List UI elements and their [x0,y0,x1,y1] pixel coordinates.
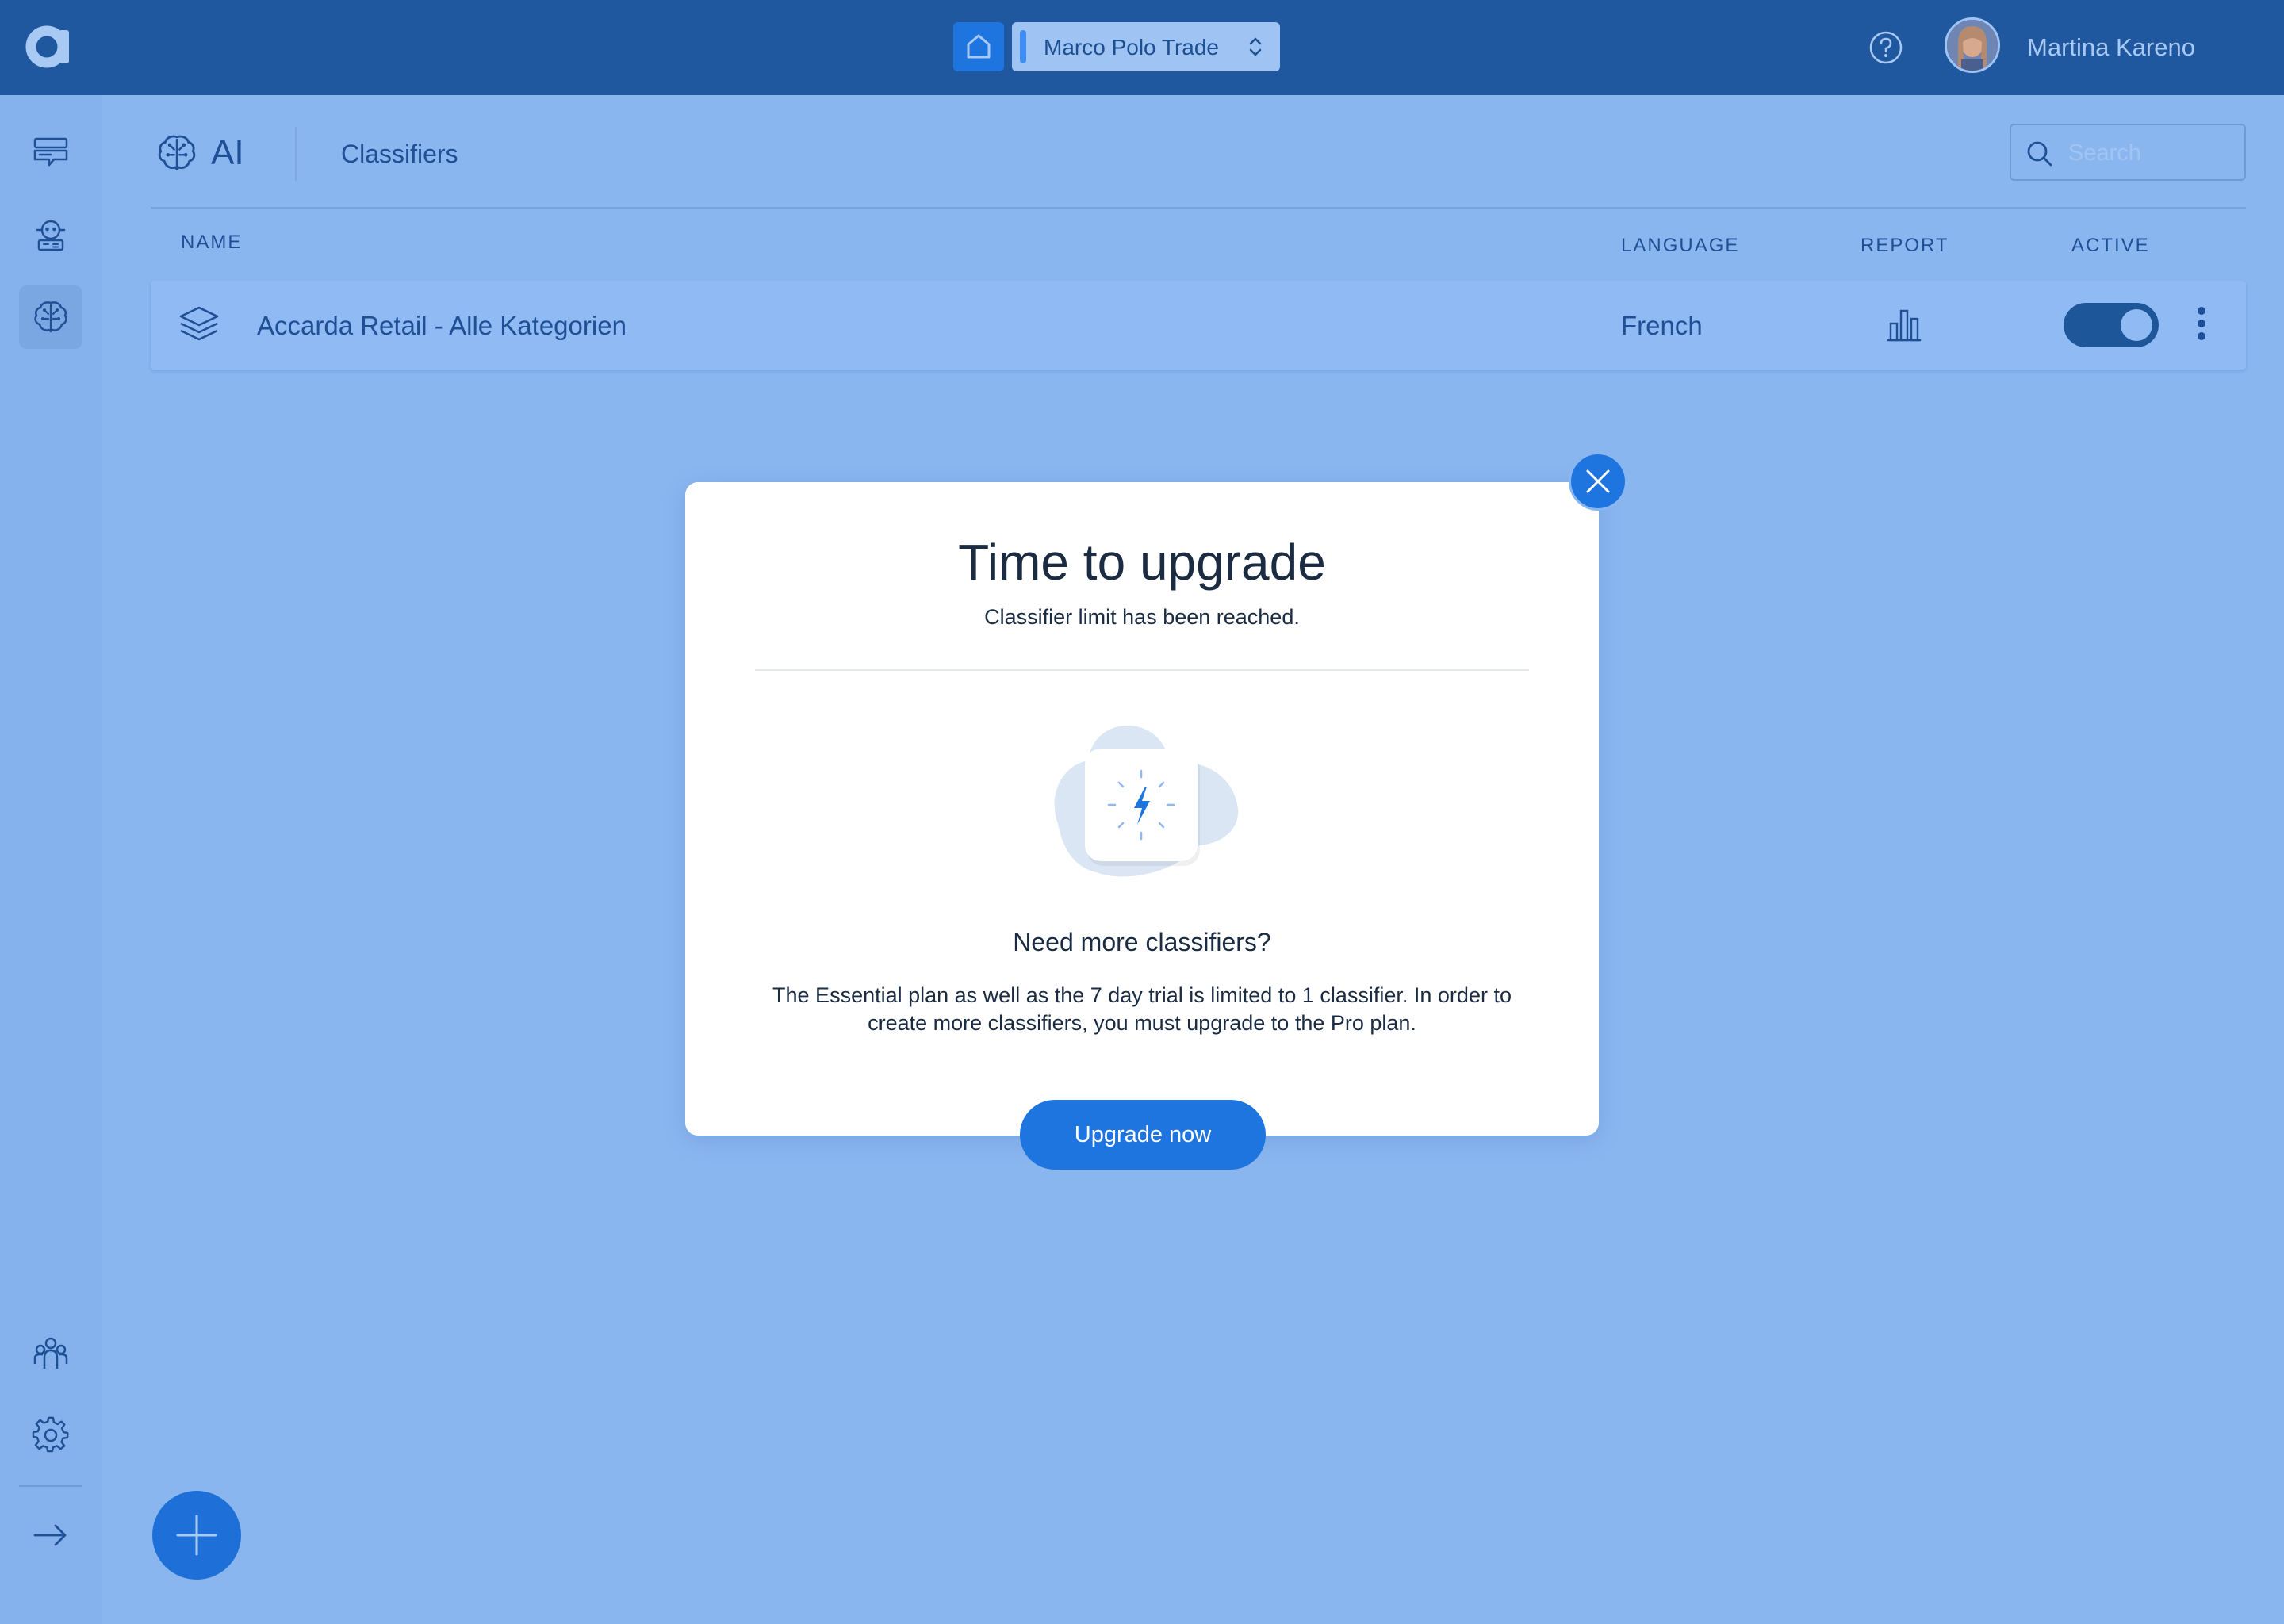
close-modal-button[interactable] [1569,452,1627,511]
breadcrumb[interactable]: Classifiers [341,140,458,169]
classifier-name[interactable]: Accarda Retail - Alle Kategorien [257,311,627,341]
search-box[interactable] [2010,124,2246,181]
workspace-color-indicator [1020,30,1026,63]
modal-question: Need more classifiers? [1013,928,1271,956]
close-icon [1586,469,1610,493]
header-rule [151,207,2246,209]
layers-icon [178,303,220,346]
avatar[interactable] [1945,17,2000,73]
add-classifier-button[interactable] [152,1491,241,1580]
sidebar-item-conversations[interactable] [19,121,82,184]
modal-subtitle: Classifier limit has been reached. [984,605,1300,629]
ai-section-icon [155,132,198,174]
sidebar-item-settings[interactable] [19,1404,82,1467]
upgrade-now-button[interactable]: Upgrade now [1020,1100,1266,1170]
home-icon [967,34,991,59]
modal-title: Time to upgrade [958,534,1326,591]
collapse-arrow-icon [33,1524,67,1546]
column-header-report: REPORT [1861,235,1949,256]
bar-chart-icon[interactable] [1884,304,1924,344]
search-icon [2027,141,2052,167]
sidebar-item-ai[interactable] [19,285,82,349]
search-input[interactable] [2067,136,2236,170]
classifier-language: French [1621,311,1703,340]
settings-icon [32,1416,69,1453]
workspace-name: Marco Polo Trade [1044,35,1219,59]
active-toggle[interactable] [2064,303,2159,347]
bot-icon [36,220,66,251]
toggle-knob [2121,309,2152,341]
upgrade-modal: Time to upgrade Classifier limit has bee… [685,482,1599,1136]
more-options-icon[interactable] [2197,304,2206,344]
section-title: AI [211,133,244,172]
plus-icon [176,1515,217,1556]
ai-brain-icon [34,301,67,333]
modal-divider [755,669,1529,671]
column-header-name[interactable]: NAME [181,232,242,254]
chevron-updown-icon [1249,37,1262,56]
sidebar-item-bots[interactable] [19,203,82,266]
workspace-selector[interactable]: Marco Polo Trade [1012,22,1280,71]
table-row[interactable]: Accarda Retail - Alle Kategorien French [151,281,2246,370]
column-header-language[interactable]: LANGUAGE [1621,235,1739,257]
team-icon [33,1337,68,1369]
modal-body-text: The Essential plan as well as the 7 day … [772,983,1512,1035]
help-icon[interactable] [1868,30,1903,65]
sidebar-item-team[interactable] [19,1321,82,1385]
header-divider [295,127,297,181]
sidebar-divider [19,1485,82,1487]
home-button[interactable] [953,22,1004,71]
conversations-icon [33,137,68,167]
app-logo-icon[interactable] [24,22,76,71]
user-name[interactable]: Martina Kareno [2027,33,2195,62]
sidebar-collapse-button[interactable] [19,1503,82,1567]
column-header-active: ACTIVE [2071,235,2150,256]
upgrade-illustration [1040,717,1244,883]
